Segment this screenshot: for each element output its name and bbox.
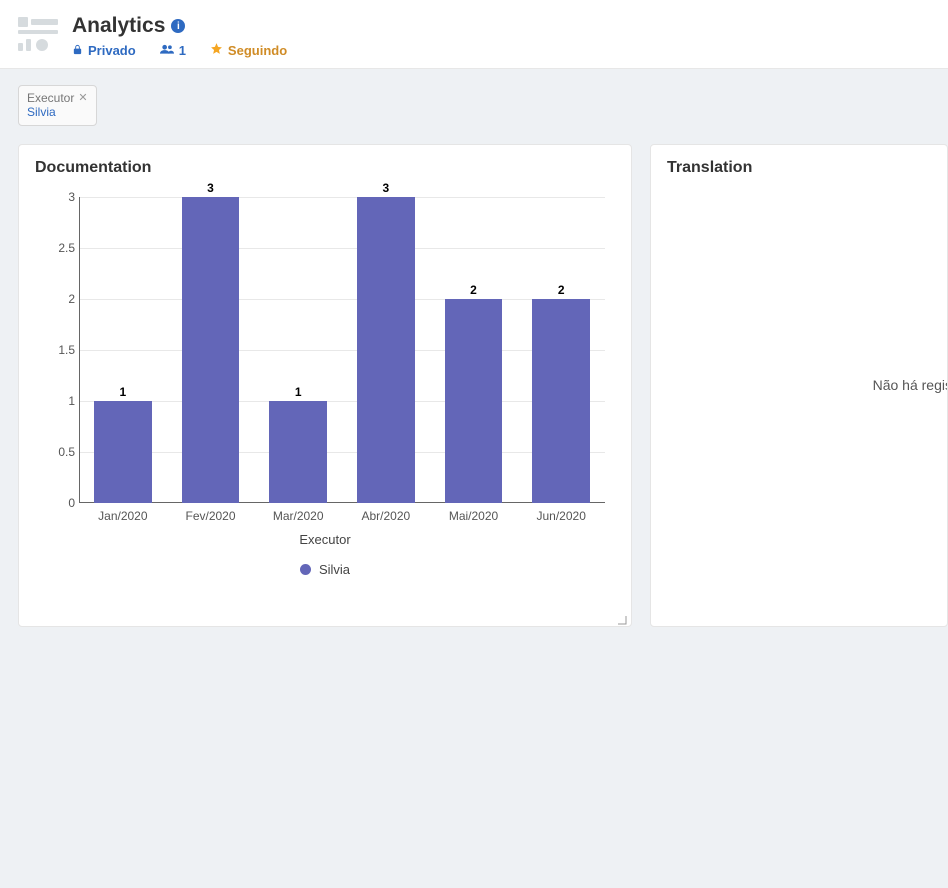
follow-label: Seguindo [228, 43, 287, 58]
y-tick-label: 1.5 [35, 343, 75, 357]
lock-icon [72, 43, 83, 58]
bar[interactable]: 2 [445, 299, 503, 503]
header-meta: Privado 1 Seguindo [72, 42, 287, 58]
filter-chip-field: Executor [27, 91, 74, 105]
star-icon [210, 42, 223, 58]
bar[interactable]: 1 [269, 401, 327, 503]
users-icon [160, 43, 174, 58]
dashboard-icon [18, 14, 58, 54]
bars-container: 1Jan/20203Fev/20201Mar/20203Abr/20202Mai… [79, 197, 605, 503]
header-text-block: Analytics i Privado 1 Seguindo [72, 14, 287, 58]
x-axis-title: Executor [35, 532, 615, 547]
filter-chip-executor[interactable]: Executor ✕ Silvia [18, 85, 97, 126]
bar-column: 1Mar/2020 [254, 197, 342, 503]
panel-translation: Translation Não há registros p [650, 144, 948, 627]
empty-state-message: Não há registros p [873, 377, 948, 393]
bar-value-label: 2 [532, 283, 590, 297]
bar-column: 1Jan/2020 [79, 197, 167, 503]
page-header: Analytics i Privado 1 Seguindo [0, 0, 948, 69]
filter-chip-value: Silvia [27, 105, 88, 119]
privacy-indicator[interactable]: Privado [72, 43, 136, 58]
body-area: Executor ✕ Silvia Documentation 1Jan/202… [0, 69, 948, 627]
follow-indicator[interactable]: Seguindo [210, 42, 287, 58]
bar-column: 2Jun/2020 [517, 197, 605, 503]
x-tick-label: Fev/2020 [167, 509, 255, 523]
chart-legend[interactable]: Silvia [35, 562, 615, 577]
x-tick-label: Jun/2020 [517, 509, 605, 523]
user-count-indicator[interactable]: 1 [160, 43, 186, 58]
y-tick-label: 2.5 [35, 241, 75, 255]
panel-documentation: Documentation 1Jan/20203Fev/20201Mar/202… [18, 144, 632, 627]
bar-value-label: 1 [269, 385, 327, 399]
panels-row: Documentation 1Jan/20203Fev/20201Mar/202… [18, 144, 948, 627]
privacy-label: Privado [88, 43, 136, 58]
page-title-text: Analytics [72, 14, 165, 38]
x-tick-label: Mar/2020 [254, 509, 342, 523]
bar[interactable]: 1 [94, 401, 152, 503]
x-tick-label: Jan/2020 [79, 509, 167, 523]
resize-handle-icon[interactable] [617, 612, 627, 622]
bar-value-label: 3 [357, 181, 415, 195]
bar-chart[interactable]: 1Jan/20203Fev/20201Mar/20203Abr/20202Mai… [35, 185, 615, 595]
y-tick-label: 3 [35, 190, 75, 204]
legend-color-dot [300, 564, 311, 575]
y-tick-label: 1 [35, 394, 75, 408]
y-tick-label: 0.5 [35, 445, 75, 459]
user-count: 1 [179, 43, 186, 58]
bar-column: 3Abr/2020 [342, 197, 430, 503]
page-title: Analytics i [72, 14, 287, 38]
info-icon[interactable]: i [171, 19, 185, 33]
bar[interactable]: 3 [357, 197, 415, 503]
x-tick-label: Mai/2020 [430, 509, 518, 523]
bar[interactable]: 3 [182, 197, 240, 503]
bar-column: 2Mai/2020 [430, 197, 518, 503]
bar-value-label: 2 [445, 283, 503, 297]
panel-title: Documentation [35, 159, 615, 177]
x-tick-label: Abr/2020 [342, 509, 430, 523]
close-icon[interactable]: ✕ [78, 92, 87, 105]
bar-column: 3Fev/2020 [167, 197, 255, 503]
panel-title: Translation [667, 159, 931, 177]
bar-value-label: 1 [94, 385, 152, 399]
bar[interactable]: 2 [532, 299, 590, 503]
bar-value-label: 3 [182, 181, 240, 195]
y-tick-label: 0 [35, 496, 75, 510]
y-tick-label: 2 [35, 292, 75, 306]
legend-label: Silvia [319, 562, 350, 577]
